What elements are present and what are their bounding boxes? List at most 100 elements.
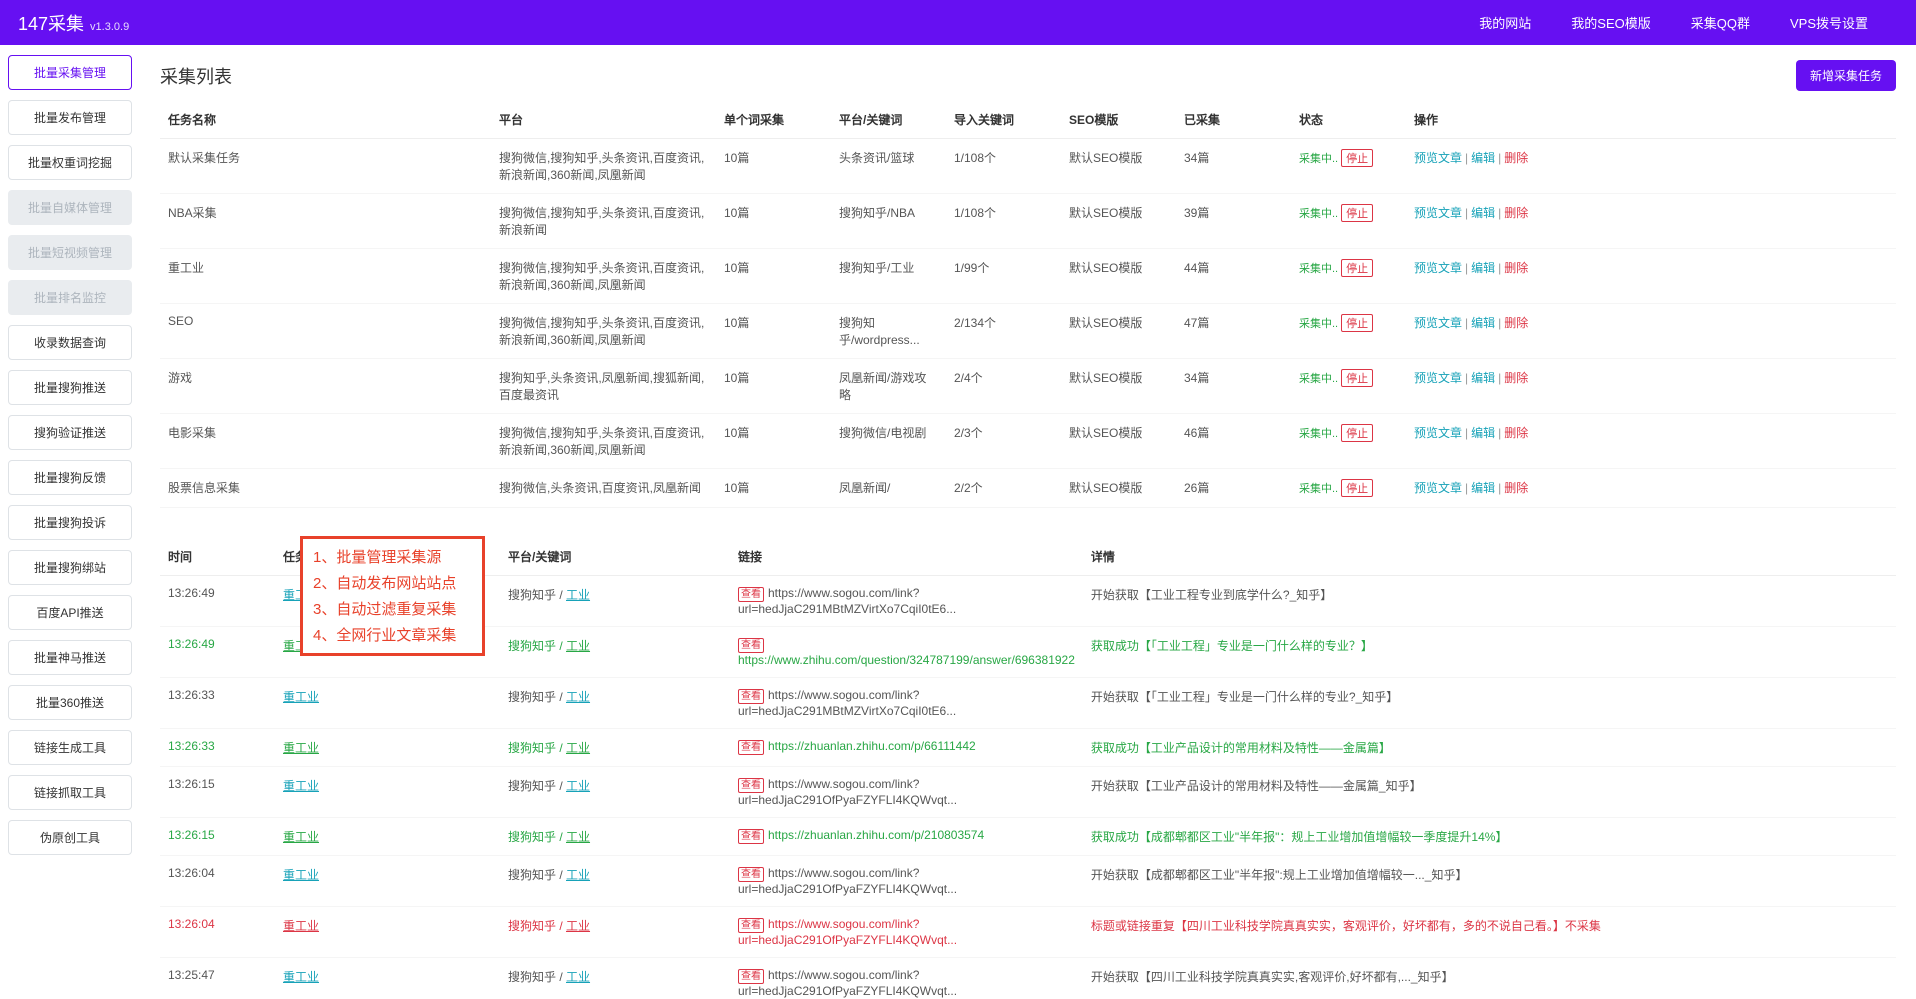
keyword-link[interactable]: 工业 [566,970,590,984]
nav-my-site[interactable]: 我的网站 [1479,13,1531,32]
log-task: 重工业 [275,818,500,856]
sidebar-item-2[interactable]: 批量权重词挖掘 [8,145,132,180]
task-single: 10篇 [716,359,831,414]
task-status: 采集中..停止 [1291,469,1406,508]
sidebar-item-17[interactable]: 伪原创工具 [8,820,132,855]
task-link[interactable]: 重工业 [283,690,319,704]
task-link[interactable]: 重工业 [283,779,319,793]
task-header: 已采集 [1176,101,1291,139]
task-collected: 34篇 [1176,359,1291,414]
task-import: 2/3个 [946,414,1061,469]
sidebar-item-12[interactable]: 百度API推送 [8,595,132,630]
delete-link[interactable]: 删除 [1504,371,1528,385]
view-badge[interactable]: 查看 [738,969,764,984]
stop-button[interactable]: 停止 [1341,259,1373,277]
preview-link[interactable]: 预览文章 [1414,481,1462,495]
sidebar-item-0[interactable]: 批量采集管理 [8,55,132,90]
add-task-button[interactable]: 新增采集任务 [1796,60,1896,91]
preview-link[interactable]: 预览文章 [1414,151,1462,165]
view-badge[interactable]: 查看 [738,587,764,602]
view-badge[interactable]: 查看 [738,740,764,755]
task-link[interactable]: 重工业 [283,868,319,882]
keyword-link[interactable]: 工业 [566,919,590,933]
edit-link[interactable]: 编辑 [1471,261,1495,275]
edit-link[interactable]: 编辑 [1471,426,1495,440]
delete-link[interactable]: 删除 [1504,206,1528,220]
task-ops: 预览文章|编辑|删除 [1406,469,1896,508]
view-badge[interactable]: 查看 [738,867,764,882]
task-name: NBA采集 [160,194,491,249]
delete-link[interactable]: 删除 [1504,481,1528,495]
edit-link[interactable]: 编辑 [1471,481,1495,495]
keyword-link[interactable]: 工业 [566,639,590,653]
delete-link[interactable]: 删除 [1504,426,1528,440]
delete-link[interactable]: 删除 [1504,151,1528,165]
edit-link[interactable]: 编辑 [1471,371,1495,385]
view-badge[interactable]: 查看 [738,918,764,933]
nav-seo-template[interactable]: 我的SEO模版 [1571,13,1650,32]
view-badge[interactable]: 查看 [738,689,764,704]
keyword-link[interactable]: 工业 [566,588,590,602]
task-single: 10篇 [716,414,831,469]
nav-vps-dial[interactable]: VPS拨号设置 [1790,13,1868,32]
sidebar-item-8[interactable]: 搜狗验证推送 [8,415,132,450]
stop-button[interactable]: 停止 [1341,479,1373,497]
view-badge[interactable]: 查看 [738,778,764,793]
log-link: 查看https://zhuanlan.zhihu.com/p/210803574 [730,818,1083,856]
task-link[interactable]: 重工业 [283,919,319,933]
stop-button[interactable]: 停止 [1341,424,1373,442]
sidebar-item-16[interactable]: 链接抓取工具 [8,775,132,810]
task-status: 采集中..停止 [1291,359,1406,414]
keyword-link[interactable]: 工业 [566,690,590,704]
task-keyword: 凤凰新闻/游戏攻略 [831,359,946,414]
edit-link[interactable]: 编辑 [1471,316,1495,330]
stop-button[interactable]: 停止 [1341,314,1373,332]
log-detail: 开始获取【四川工业科技学院真真实实,客观评价,好坏都有,..._知乎】 [1083,958,1896,999]
stop-button[interactable]: 停止 [1341,369,1373,387]
task-platform: 搜狗微信,搜狗知乎,头条资讯,百度资讯,新浪新闻,360新闻,凤凰新闻 [491,414,716,469]
log-detail: 开始获取【成都郫都区工业"半年报":规上工业增加值增幅较一..._知乎】 [1083,856,1896,907]
sidebar-item-14[interactable]: 批量360推送 [8,685,132,720]
edit-link[interactable]: 编辑 [1471,151,1495,165]
edit-link[interactable]: 编辑 [1471,206,1495,220]
task-status: 采集中..停止 [1291,414,1406,469]
preview-link[interactable]: 预览文章 [1414,371,1462,385]
task-name: 电影采集 [160,414,491,469]
preview-link[interactable]: 预览文章 [1414,261,1462,275]
task-link[interactable]: 重工业 [283,830,319,844]
keyword-link[interactable]: 工业 [566,741,590,755]
stop-button[interactable]: 停止 [1341,149,1373,167]
preview-link[interactable]: 预览文章 [1414,426,1462,440]
stop-button[interactable]: 停止 [1341,204,1373,222]
task-import: 2/134个 [946,304,1061,359]
log-link: 查看https://www.sogou.com/link?url=hedJjaC… [730,958,1083,999]
sidebar-item-11[interactable]: 批量搜狗绑站 [8,550,132,585]
task-template: 默认SEO模版 [1061,304,1176,359]
keyword-link[interactable]: 工业 [566,868,590,882]
keyword-link[interactable]: 工业 [566,779,590,793]
task-status: 采集中..停止 [1291,249,1406,304]
task-link[interactable]: 重工业 [283,741,319,755]
log-link: 查看https://www.zhihu.com/question/3247871… [730,627,1083,678]
sidebar-item-15[interactable]: 链接生成工具 [8,730,132,765]
keyword-link[interactable]: 工业 [566,830,590,844]
nav-qq-group[interactable]: 采集QQ群 [1691,13,1750,32]
task-keyword: 头条资讯/篮球 [831,139,946,194]
sidebar-item-6[interactable]: 收录数据查询 [8,325,132,360]
log-row: 13:26:04重工业搜狗知乎 / 工业查看https://www.sogou.… [160,907,1896,958]
sidebar-item-1[interactable]: 批量发布管理 [8,100,132,135]
sidebar-item-7[interactable]: 批量搜狗推送 [8,370,132,405]
task-header: 导入关键词 [946,101,1061,139]
view-badge[interactable]: 查看 [738,829,764,844]
delete-link[interactable]: 删除 [1504,261,1528,275]
sidebar-item-9[interactable]: 批量搜狗反馈 [8,460,132,495]
log-row: 13:26:15重工业搜狗知乎 / 工业查看https://zhuanlan.z… [160,818,1896,856]
view-badge[interactable]: 查看 [738,638,764,653]
task-platform: 搜狗微信,搜狗知乎,头条资讯,百度资讯,新浪新闻,360新闻,凤凰新闻 [491,139,716,194]
task-link[interactable]: 重工业 [283,970,319,984]
delete-link[interactable]: 删除 [1504,316,1528,330]
preview-link[interactable]: 预览文章 [1414,206,1462,220]
sidebar-item-10[interactable]: 批量搜狗投诉 [8,505,132,540]
sidebar-item-13[interactable]: 批量神马推送 [8,640,132,675]
preview-link[interactable]: 预览文章 [1414,316,1462,330]
